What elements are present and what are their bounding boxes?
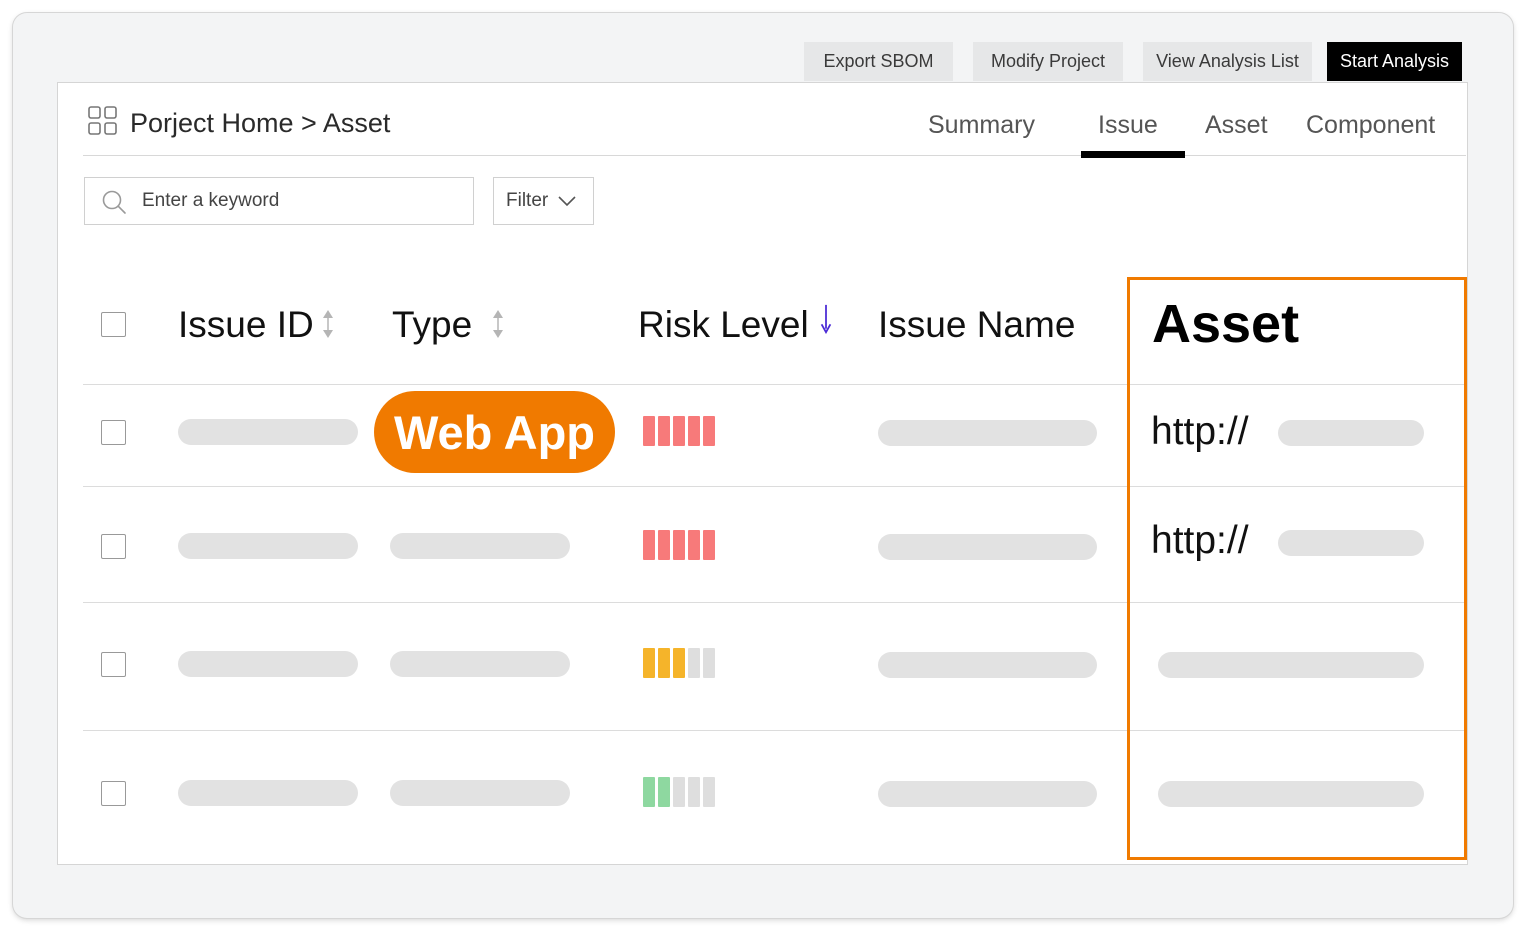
start-analysis-button[interactable]: Start Analysis <box>1327 42 1462 81</box>
column-header-issue-name[interactable]: Issue Name <box>878 303 1075 347</box>
type-placeholder <box>390 651 570 677</box>
risk-bar <box>688 530 700 560</box>
issue-id-placeholder <box>178 533 358 559</box>
risk-bar <box>643 777 655 807</box>
risk-bar <box>658 416 670 446</box>
risk-level-bars <box>643 416 715 446</box>
tab-asset[interactable]: Asset <box>1205 110 1268 140</box>
risk-bar <box>673 416 685 446</box>
row-checkbox[interactable] <box>101 420 126 445</box>
risk-bar <box>658 648 670 678</box>
row-checkbox[interactable] <box>101 534 126 559</box>
risk-bar <box>688 777 700 807</box>
column-header-risk-level[interactable]: Risk Level <box>638 303 809 347</box>
risk-bar <box>703 777 715 807</box>
risk-bar <box>658 777 670 807</box>
search-icon <box>102 190 126 214</box>
risk-bar <box>673 648 685 678</box>
type-placeholder <box>390 780 570 806</box>
issue-id-placeholder <box>178 419 358 445</box>
sort-icon[interactable] <box>321 309 335 339</box>
issue-id-placeholder <box>178 780 358 806</box>
risk-bar <box>703 416 715 446</box>
risk-bar <box>703 648 715 678</box>
risk-bar <box>643 648 655 678</box>
breadcrumb: Porject Home > Asset <box>130 108 391 138</box>
view-analysis-list-button[interactable]: View Analysis List <box>1143 42 1312 81</box>
issue-name-placeholder <box>878 420 1097 446</box>
row-checkbox[interactable] <box>101 652 126 677</box>
risk-bar <box>673 530 685 560</box>
grid-icon <box>88 106 117 135</box>
risk-bar <box>688 416 700 446</box>
select-all-checkbox[interactable] <box>101 312 126 337</box>
filter-label: Filter <box>506 190 549 211</box>
risk-bar <box>643 530 655 560</box>
risk-level-bars <box>643 777 715 807</box>
risk-level-bars <box>643 648 715 678</box>
search-placeholder: Enter a keyword <box>142 190 280 211</box>
chevron-down-icon <box>558 196 576 207</box>
export-sbom-button[interactable]: Export SBOM <box>804 42 953 81</box>
risk-bar <box>643 416 655 446</box>
sort-icon[interactable] <box>491 309 505 339</box>
issue-name-placeholder <box>878 781 1097 807</box>
tab-component[interactable]: Component <box>1306 110 1435 140</box>
tab-summary[interactable]: Summary <box>928 110 1035 140</box>
risk-bar <box>688 648 700 678</box>
modify-project-button[interactable]: Modify Project <box>973 42 1123 81</box>
column-header-issue-id[interactable]: Issue ID <box>178 303 314 347</box>
risk-bar <box>673 777 685 807</box>
risk-bar <box>658 530 670 560</box>
column-header-type[interactable]: Type <box>392 303 472 347</box>
active-tab-indicator <box>1081 151 1185 158</box>
row-checkbox[interactable] <box>101 781 126 806</box>
sort-desc-icon[interactable] <box>819 304 833 334</box>
type-badge: Web App <box>374 391 615 473</box>
risk-bar <box>703 530 715 560</box>
header-divider <box>83 155 1466 156</box>
tab-issue[interactable]: Issue <box>1098 110 1158 140</box>
issue-name-placeholder <box>878 534 1097 560</box>
type-placeholder <box>390 533 570 559</box>
asset-column-highlight <box>1127 277 1467 860</box>
issue-name-placeholder <box>878 652 1097 678</box>
issue-id-placeholder <box>178 651 358 677</box>
risk-level-bars <box>643 530 715 560</box>
